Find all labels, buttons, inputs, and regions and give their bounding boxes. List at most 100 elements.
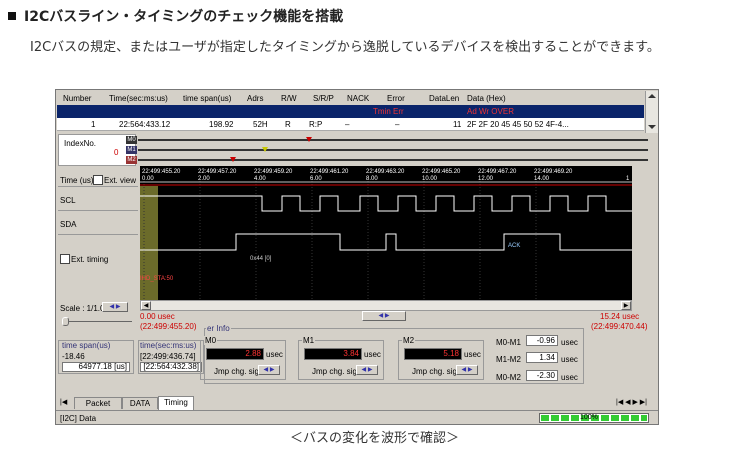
bullet-square-icon	[8, 12, 16, 20]
time-label-abs: 22:499:459.20	[254, 169, 293, 175]
selected-data: Ad Wr OVER	[467, 107, 514, 116]
row-datalen: 11	[453, 120, 462, 129]
range-left-abs: (22:499:455.20)	[140, 322, 197, 331]
col-srp[interactable]: S/R/P	[313, 94, 334, 103]
col-rw[interactable]: R/W	[281, 94, 297, 103]
table-scrollbar[interactable]	[645, 91, 658, 133]
marker-m2-pointer-icon[interactable]	[230, 157, 236, 162]
time-abs-field[interactable]: [22:564:432.38]	[140, 362, 202, 372]
row-span: 198.92	[209, 120, 234, 129]
time-label-abs: 22:499:465.20	[422, 169, 461, 175]
tab-first-icon[interactable]: |◀	[60, 398, 67, 406]
start-timing-label: IHD_STA:50	[140, 276, 174, 282]
m0-value: 2.88	[206, 348, 264, 360]
marker-m0-track	[138, 139, 648, 141]
m2-value: 5.18	[404, 348, 462, 360]
col-data[interactable]: Data (Hex)	[467, 94, 506, 103]
section-description: I2Cバスの規定、またはユーザが指定したタイミングから逸脱しているデバイスを検出…	[30, 40, 660, 55]
marker-m0-label[interactable]: M0	[126, 136, 137, 144]
time-abs-label: time(sec:ms:us)	[140, 341, 197, 350]
diff-m0m1-value: -0.96	[526, 335, 558, 346]
marker-m0-pointer-icon[interactable]	[306, 137, 312, 142]
packet-table-header: Number Time(sec:ms:us) time span(us) Adr…	[57, 91, 644, 106]
time-label-abs: 22:499:467.20	[478, 169, 517, 175]
m1-value: 3.84	[304, 348, 362, 360]
progress-bar: 100%	[539, 413, 649, 423]
scroll-right-icon[interactable]: ▶	[621, 301, 631, 310]
col-datalen[interactable]: DataLen	[429, 94, 459, 103]
col-number[interactable]: Number	[63, 94, 91, 103]
waveform-hscrollbar[interactable]: ◀ ▶	[140, 300, 632, 311]
scale-slider-track[interactable]	[62, 321, 132, 322]
m0-label: M0	[204, 336, 218, 345]
tab-data[interactable]: DATA	[122, 397, 158, 409]
row-number: 1	[91, 120, 96, 129]
col-error[interactable]: Error	[387, 94, 405, 103]
scale-spin-button[interactable]: ◀ ▶	[102, 302, 128, 312]
range-right-abs: (22:499:470.44)	[591, 322, 648, 331]
m1-unit: usec	[364, 350, 381, 359]
row-time: 22:564:433.12	[119, 120, 171, 129]
m0-unit: usec	[266, 350, 283, 359]
row-srp: R:P	[309, 120, 323, 129]
start-condition-region	[140, 186, 158, 300]
m1-label: M1	[302, 336, 316, 345]
col-timespan[interactable]: time span(us)	[183, 94, 231, 103]
table-row-selected[interactable]: Tmin Err Ad Wr OVER	[57, 105, 644, 118]
time-abs-value1: [22:499:436.74]	[140, 352, 196, 361]
time-span-label: time span(us)	[62, 341, 111, 350]
ext-timing-label: Ext. timing	[71, 255, 109, 264]
status-text: [I2C] Data	[60, 414, 97, 423]
diff-m0m2-unit: usec	[561, 373, 578, 382]
scale-slider-thumb[interactable]	[62, 317, 69, 326]
row-rw: R	[285, 120, 291, 129]
analyzer-window: Number Time(sec:ms:us) time span(us) Adr…	[55, 89, 659, 425]
index-label: IndexNo.	[64, 139, 97, 148]
time-us-label: Time (us)	[60, 176, 94, 185]
heading-text: I2Cバスライン・タイミングのチェック機能を搭載	[24, 9, 344, 25]
col-time[interactable]: Time(sec:ms:us)	[109, 94, 168, 103]
tab-timing[interactable]: Timing	[158, 396, 194, 410]
progress-label: 100%	[580, 414, 598, 421]
diff-m1m2-value: 1.34	[526, 352, 558, 363]
waveform-nav-button[interactable]: ◀ ▶	[362, 311, 406, 321]
m1-jmp-button[interactable]: ◀ ▶	[356, 365, 378, 375]
marker-m1-pointer-icon[interactable]	[262, 147, 268, 152]
divider	[58, 234, 138, 235]
ext-timing-checkbox[interactable]	[60, 254, 70, 264]
col-nack[interactable]: NACK	[347, 94, 369, 103]
ack-label: ACK	[508, 243, 520, 249]
scroll-down-icon[interactable]	[648, 125, 656, 129]
ext-view-label: Ext. view	[104, 176, 137, 185]
table-row[interactable]: 1 22:564:433.12 198.92 52H R R:P – – 11 …	[57, 118, 644, 131]
sda-waveform	[140, 233, 632, 251]
diff-m0m1-unit: usec	[561, 338, 578, 347]
sda-label: SDA	[60, 220, 77, 229]
scroll-up-icon[interactable]	[648, 94, 656, 98]
ext-view-checkbox[interactable]	[93, 175, 103, 185]
figure-caption: ＜バスの変化を波形で確認＞	[289, 431, 459, 446]
tab-packet[interactable]: Packet	[74, 397, 122, 409]
m2-jmp-button[interactable]: ◀ ▶	[456, 365, 478, 375]
time-span-field[interactable]: 64977.18 [us]	[62, 362, 130, 372]
tab-nav-icons[interactable]: |◀ ◀ ▶ ▶|	[616, 398, 647, 406]
m2-label: M2	[402, 336, 416, 345]
time-label-abs: 22:499:463.20	[366, 169, 405, 175]
m0-jmp-button[interactable]: ◀ ▶	[258, 365, 280, 375]
marker-m1-label[interactable]: M1	[126, 146, 137, 154]
row-adrs: 52H	[253, 120, 268, 129]
waveform-view[interactable]: 22:499:455.20 0.00 22:499:457.20 2.00 22:499…	[140, 166, 632, 300]
col-adrs[interactable]: Adrs	[247, 94, 263, 103]
scl-waveform	[140, 195, 632, 212]
range-right-usec: 15.24 usec	[600, 312, 640, 321]
scroll-left-icon[interactable]: ◀	[141, 301, 151, 310]
address-label: 0x44 [0]	[250, 256, 272, 262]
time-label-abs: 22:499:455.20	[142, 169, 181, 175]
view-tabs: |◀ Packet DATA Timing |◀ ◀ ▶ ▶|	[56, 396, 658, 410]
marker-m2-track	[138, 159, 648, 161]
selected-error: Tmin Err	[373, 107, 404, 116]
cursor-info-title: er Info	[206, 324, 231, 333]
marker-m2-label[interactable]: M2	[126, 156, 137, 164]
diff-m0m2-value: -2.30	[526, 370, 558, 381]
divider	[58, 186, 138, 187]
